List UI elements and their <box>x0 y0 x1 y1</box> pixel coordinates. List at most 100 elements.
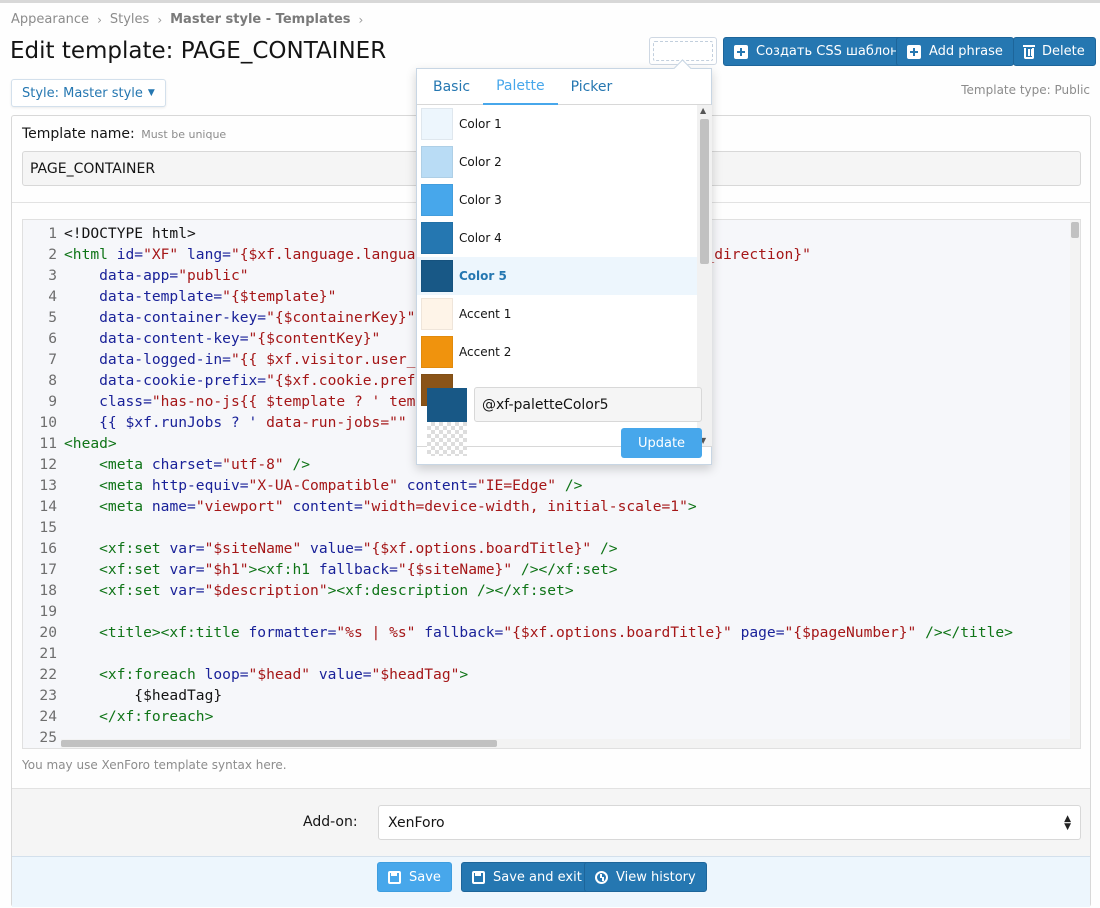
history-icon <box>595 870 608 884</box>
line-number: 3 <box>48 267 57 284</box>
code-token: data-cookie-prefix= <box>64 372 267 389</box>
scrollbar-thumb[interactable] <box>1071 222 1079 238</box>
code-token: "$h1" <box>204 561 249 578</box>
palette-swatch-item[interactable]: Color 5 <box>417 257 712 295</box>
code-token: <meta <box>64 477 152 494</box>
save-icon <box>388 870 401 884</box>
code-token: fallback= <box>424 624 504 641</box>
submit-row: Save Save and exit View history <box>12 856 1090 907</box>
code-token: charset= <box>151 456 223 473</box>
code-token: "IE=Edge" <box>476 477 557 494</box>
code-text: data-content-key="{$contentKey}" <box>64 328 380 349</box>
code-token: loop= <box>204 666 249 683</box>
code-token: > <box>459 666 469 683</box>
addon-select[interactable]: XenForo ▲ ▼ <box>378 805 1081 840</box>
code-line[interactable]: 19 <box>23 601 1063 622</box>
palette-swatch-item[interactable]: Color 2 <box>417 143 712 181</box>
line-number: 24 <box>39 708 57 725</box>
code-text: data-cookie-prefix="{$xf.cookie.prefix}" <box>64 370 450 391</box>
save-button[interactable]: Save <box>377 862 452 892</box>
palette-swatch-item[interactable]: Color 1 <box>417 105 712 143</box>
code-token: "{$xf.options.boardTitle}" <box>362 540 592 557</box>
code-token: fallback= <box>318 561 398 578</box>
code-line[interactable]: 24 </xf:foreach> <box>23 706 1063 727</box>
color-swatch <box>421 146 453 178</box>
code-text: <meta charset="utf-8" /> <box>64 454 310 475</box>
select-arrows-icon: ▲ ▼ <box>1064 813 1071 832</box>
code-line[interactable]: 18 <xf:set var="$description"><xf:descri… <box>23 580 1063 601</box>
code-line[interactable]: 22 <xf:foreach loop="$head" value="$head… <box>23 664 1063 685</box>
picker-tabs: Basic Palette Picker <box>417 69 711 105</box>
code-token: id= <box>116 246 144 263</box>
breadcrumb-master-style-templates[interactable]: Master style - Templates <box>170 12 350 27</box>
color-swatch <box>421 298 453 330</box>
addon-row: Add-on: XenForo ▲ ▼ <box>12 788 1090 856</box>
style-chooser-dropdown[interactable]: Style: Master style ▼ <box>11 79 166 107</box>
code-token: <xf:foreach <box>64 666 205 683</box>
update-button[interactable]: Update <box>621 428 702 458</box>
swatch-label: Accent 2 <box>459 345 512 359</box>
delete-button[interactable]: Delete <box>1013 37 1096 66</box>
code-line[interactable]: 13 <meta http-equiv="X-UA-Compatible" co… <box>23 475 1063 496</box>
code-token: <meta <box>64 456 152 473</box>
scrollbar-thumb[interactable] <box>700 119 709 264</box>
caret-down-icon: ▼ <box>147 88 155 98</box>
tab-picker[interactable]: Picker <box>558 69 626 105</box>
code-text: <meta name="viewport" content="width=dev… <box>64 496 697 517</box>
breadcrumb-separator-icon: › <box>358 12 364 27</box>
line-number: 4 <box>48 288 57 305</box>
add-phrase-label: Add phrase <box>929 44 1003 59</box>
code-token: {{ $xf.runJobs ? ' <box>64 414 267 431</box>
code-line[interactable]: 21 <box>23 643 1063 664</box>
code-token: "$siteName" <box>204 540 311 557</box>
code-token: > <box>687 498 697 515</box>
tab-basic[interactable]: Basic <box>420 69 483 105</box>
scroll-up-icon[interactable]: ▲ <box>700 106 706 115</box>
color-swatch <box>421 336 453 368</box>
create-css-template-button[interactable]: Создать CSS шаблон <box>723 37 910 66</box>
code-token: /></title> <box>916 624 1013 641</box>
swatch-list-items: Color 1 Color 2 Color 3 Color 4 Color 5 Accen… <box>417 105 712 409</box>
scrollbar-thumb[interactable] <box>61 740 497 747</box>
palette-swatch-item[interactable]: Accent 1 <box>417 295 712 333</box>
line-number: 22 <box>39 666 57 683</box>
view-history-button[interactable]: View history <box>584 862 707 892</box>
tab-palette[interactable]: Palette <box>483 69 558 105</box>
code-text: data-template="{$template}" <box>64 286 336 307</box>
save-label: Save <box>409 869 441 885</box>
code-token: /> <box>283 456 311 473</box>
create-css-template-label: Создать CSS шаблон <box>756 44 899 59</box>
code-text: {$headTag} <box>64 685 222 706</box>
editor-horizontal-scrollbar[interactable] <box>61 739 1072 748</box>
code-line[interactable]: 20 <title><xf:title formatter="%s | %s" … <box>23 622 1063 643</box>
code-token: "{$contentKey}" <box>248 330 381 347</box>
add-phrase-button[interactable]: Add phrase <box>896 37 1014 66</box>
line-number: 9 <box>48 393 57 410</box>
breadcrumb-appearance[interactable]: Appearance <box>11 12 89 27</box>
code-token: <title><xf:title <box>64 624 249 641</box>
delete-label: Delete <box>1042 44 1085 59</box>
palette-swatch-item[interactable]: Color 3 <box>417 181 712 219</box>
code-line[interactable]: 15 <box>23 517 1063 538</box>
code-text: </xf:foreach> <box>64 706 213 727</box>
code-token: <head> <box>64 435 117 452</box>
code-token: lang= <box>187 246 231 263</box>
addon-label: Add-on: <box>303 814 358 830</box>
save-and-exit-label: Save and exit <box>493 869 582 885</box>
editor-vertical-scrollbar[interactable] <box>1070 220 1080 748</box>
palette-swatch-item[interactable]: Color 4 <box>417 219 712 257</box>
save-and-exit-button[interactable]: Save and exit <box>461 862 593 892</box>
code-line[interactable]: 16 <xf:set var="$siteName" value="{$xf.o… <box>23 538 1063 559</box>
code-token: class= <box>64 393 152 410</box>
color-value-input[interactable]: @xf-paletteColor5 <box>474 387 702 422</box>
view-history-label: View history <box>616 869 696 885</box>
line-number: 2 <box>48 246 57 263</box>
code-text: <meta http-equiv="X-UA-Compatible" conte… <box>64 475 582 496</box>
code-line[interactable]: 17 <xf:set var="$h1"><xf:h1 fallback="{$… <box>23 559 1063 580</box>
code-token: name= <box>151 498 196 515</box>
palette-swatch-item[interactable]: Accent 2 <box>417 333 712 371</box>
code-line[interactable]: 14 <meta name="viewport" content="width=… <box>23 496 1063 517</box>
code-token: value= <box>310 540 363 557</box>
code-line[interactable]: 23 {$headTag} <box>23 685 1063 706</box>
breadcrumb-styles[interactable]: Styles <box>110 12 149 27</box>
